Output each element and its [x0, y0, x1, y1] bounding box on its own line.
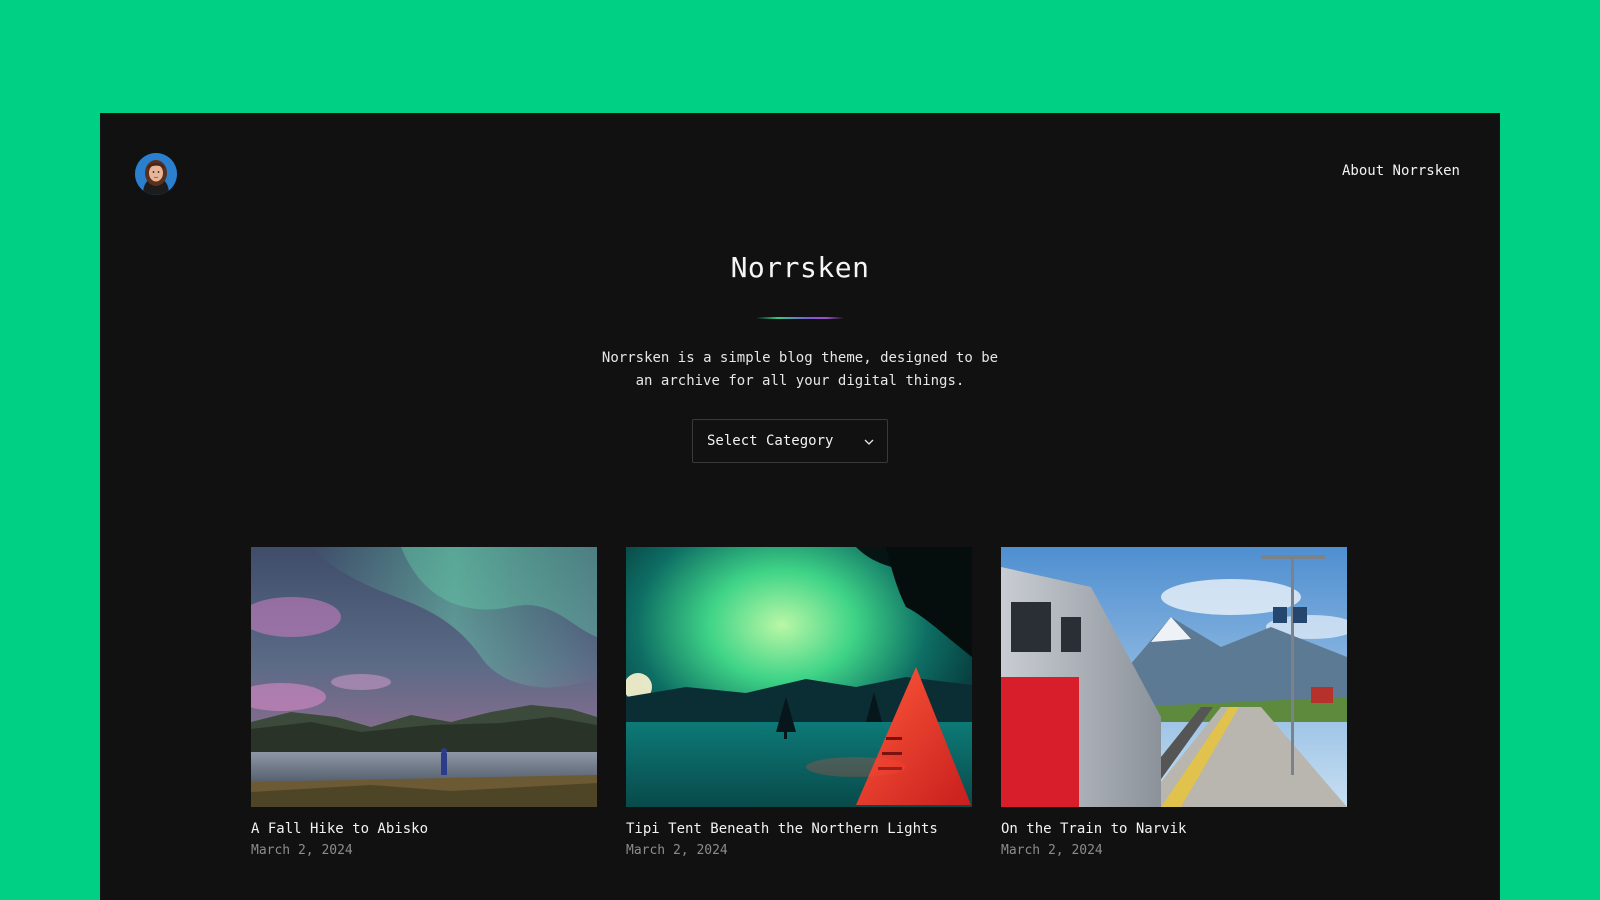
- category-select[interactable]: Select Category: [692, 419, 888, 463]
- post-date: March 2, 2024: [251, 843, 353, 858]
- post-title[interactable]: A Fall Hike to Abisko: [251, 821, 597, 837]
- site-avatar[interactable]: [135, 153, 177, 195]
- category-select-label: Select Category: [707, 433, 834, 449]
- chevron-down-icon: [864, 439, 874, 445]
- aurora-tipi-photo[interactable]: [626, 547, 972, 807]
- site-frame: About Norrsken Norrsken Norrsken is a si…: [100, 113, 1500, 900]
- site-title: Norrsken: [730, 251, 870, 284]
- post-title[interactable]: Tipi Tent Beneath the Northern Lights: [626, 821, 972, 837]
- site-tagline: Norrsken is a simple blog theme, designe…: [601, 350, 999, 389]
- post-card[interactable]: A Fall Hike to Abisko March 2, 2024: [251, 547, 597, 858]
- post-title[interactable]: On the Train to Narvik: [1001, 821, 1347, 837]
- train-station-photo[interactable]: [1001, 547, 1347, 807]
- post-date: March 2, 2024: [1001, 843, 1103, 858]
- avatar-portrait-icon: [135, 153, 177, 195]
- post-card[interactable]: Tipi Tent Beneath the Northern Lights Ma…: [626, 547, 972, 858]
- title-divider: [756, 317, 844, 319]
- aurora-lake-photo[interactable]: [251, 547, 597, 807]
- post-grid: A Fall Hike to Abisko March 2, 2024 Tipi…: [251, 547, 1347, 867]
- post-card[interactable]: On the Train to Narvik March 2, 2024: [1001, 547, 1347, 858]
- nav-about-link[interactable]: About Norrsken: [1342, 163, 1460, 179]
- post-date: March 2, 2024: [626, 843, 728, 858]
